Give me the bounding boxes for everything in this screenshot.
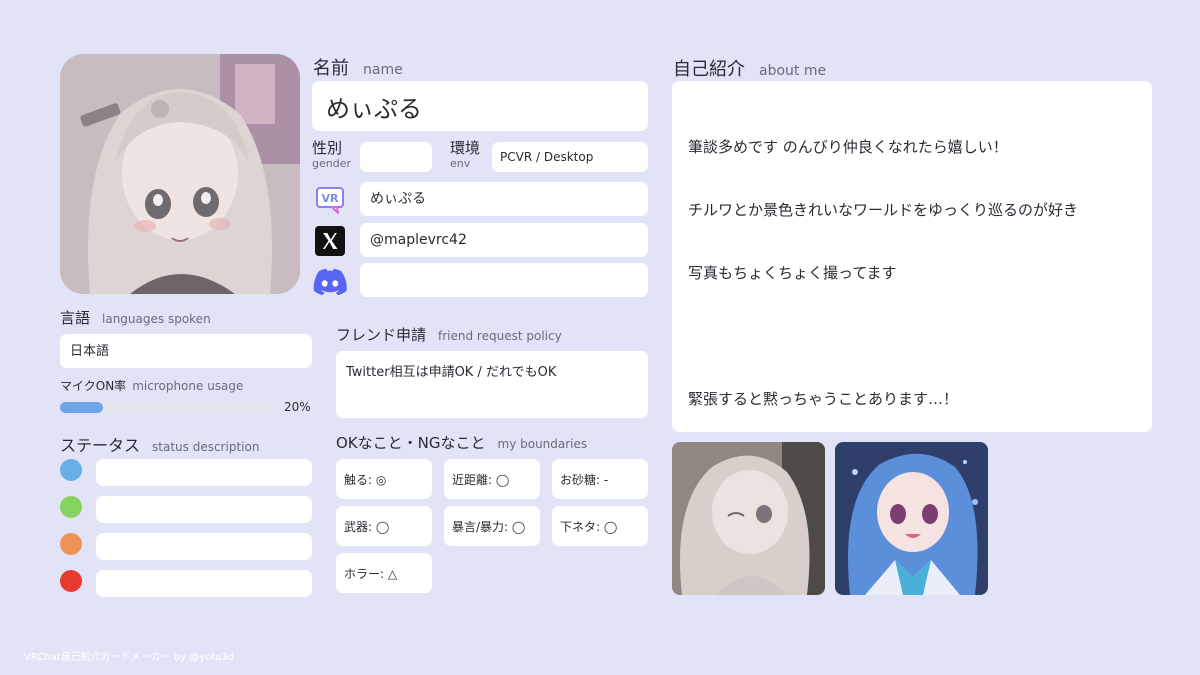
boundary-sugar-text: お砂糖: - [560, 472, 609, 487]
x-handle-field[interactable]: @maplevrc42 [360, 223, 648, 257]
status-field-1[interactable] [96, 459, 312, 486]
status-dot-blue [60, 459, 82, 481]
about-label: 自己紹介 [673, 59, 745, 80]
status-field-3[interactable] [96, 533, 312, 560]
boundary-sugar[interactable]: お砂糖: - [552, 459, 648, 499]
friend-label-en: friend request policy [438, 329, 562, 343]
boundary-violence[interactable]: 暴言/暴力: ◯ [444, 506, 540, 546]
vrchat-icon: VR [312, 182, 348, 218]
status-dot-green [60, 496, 82, 518]
mic-progress-fill [60, 402, 104, 413]
name-label: 名前 [313, 58, 349, 79]
mic-percent: 20% [284, 400, 311, 414]
status-field-2[interactable] [96, 496, 312, 523]
boundaries-label-en: my boundaries [497, 437, 588, 451]
status-dot-orange [60, 533, 82, 555]
boundary-close-distance[interactable]: 近距離: ◯ [444, 459, 540, 499]
env-field[interactable]: PCVR / Desktop [492, 142, 648, 172]
status-label-en: status description [152, 440, 260, 454]
gallery-photo-2 [835, 442, 988, 595]
about-line-5: 緊張すると黙っちゃうことあります…！ [688, 390, 959, 408]
friend-policy-value: Twitter相互は申請OK / だれでもOK [346, 365, 557, 380]
boundary-horror[interactable]: ホラー: △ [336, 553, 432, 593]
languages-value: 日本語 [70, 343, 110, 359]
friend-label: フレンド申請 [336, 326, 427, 344]
friend-policy-field[interactable]: Twitter相互は申請OK / だれでもOK [336, 351, 648, 418]
about-text: 筆談多めです のんびり仲良くなれたら嬉しい！ チルワとか景色きれいなワールドをゆ… [688, 95, 1136, 452]
name-label-en: name [363, 62, 403, 78]
languages-section-title: 言語 languages spoken [60, 307, 211, 328]
boundaries-label: OKなこと・NGなこと [336, 434, 486, 452]
mic-section-title: マイクON率 microphone usage [60, 377, 243, 394]
x-handle-value: @maplevrc42 [370, 232, 467, 248]
boundaries-section-title: OKなこと・NGなこと my boundaries [336, 432, 587, 453]
languages-label: 言語 [60, 309, 91, 327]
discord-icon [312, 263, 348, 299]
about-section-title: 自己紹介 about me [673, 55, 826, 81]
boundary-lewd-text: 下ネタ: ◯ [560, 519, 618, 534]
status-section-title: ステータス status description [60, 432, 259, 456]
vrchat-name-value: めぃぷる [370, 191, 426, 207]
gender-label-group: 性別 gender [312, 139, 351, 170]
boundary-touch-text: 触る: ◎ [344, 472, 387, 487]
name-value: めぃぷる [326, 94, 422, 123]
about-line-3: 写真もちょくちょく撮ってます [688, 264, 897, 282]
env-label: 環境 [450, 139, 481, 157]
boundary-weapons-text: 武器: ◯ [344, 519, 390, 534]
about-field[interactable]: 筆談多めです のんびり仲良くなれたら嬉しい！ チルワとか景色きれいなワールドをゆ… [672, 81, 1152, 432]
about-line-1: 筆談多めです のんびり仲良くなれたら嬉しい！ [688, 138, 1008, 156]
name-section-title: 名前 name [313, 54, 403, 80]
about-line-2: チルワとか景色きれいなワールドをゆっくり巡るのが好き [688, 201, 1079, 219]
footer-credit: VRChat自己紹介カードメーカー by @yota3d [24, 652, 235, 663]
languages-field[interactable]: 日本語 [60, 334, 312, 368]
env-label-group: 環境 env [450, 139, 481, 170]
discord-field[interactable] [360, 263, 648, 297]
env-label-en: env [450, 157, 471, 170]
mic-label: マイクON率 [60, 379, 127, 393]
x-logo-icon [312, 223, 348, 259]
boundary-touch[interactable]: 触る: ◎ [336, 459, 432, 499]
mic-progress-track [60, 402, 276, 413]
about-line-4 [688, 326, 1136, 347]
boundary-weapons[interactable]: 武器: ◯ [336, 506, 432, 546]
avatar-photo [60, 54, 300, 294]
gender-label-en: gender [312, 157, 351, 170]
languages-label-en: languages spoken [102, 312, 211, 326]
status-field-4[interactable] [96, 570, 312, 597]
mic-label-en: microphone usage [132, 379, 244, 393]
name-field[interactable]: めぃぷる [312, 81, 648, 131]
boundary-close-distance-text: 近距離: ◯ [452, 472, 510, 487]
boundary-violence-text: 暴言/暴力: ◯ [452, 519, 526, 534]
about-label-en: about me [759, 63, 827, 79]
boundary-horror-text: ホラー: △ [344, 566, 398, 581]
status-label: ステータス [60, 436, 141, 455]
vrchat-name-field[interactable]: めぃぷる [360, 182, 648, 216]
gallery-photo-1 [672, 442, 825, 595]
gender-field[interactable] [360, 142, 432, 172]
gender-label: 性別 [312, 139, 343, 157]
status-dot-red [60, 570, 82, 592]
friend-section-title: フレンド申請 friend request policy [336, 324, 562, 345]
svg-text:VR: VR [322, 192, 340, 205]
boundary-lewd[interactable]: 下ネタ: ◯ [552, 506, 648, 546]
env-value: PCVR / Desktop [500, 150, 594, 164]
